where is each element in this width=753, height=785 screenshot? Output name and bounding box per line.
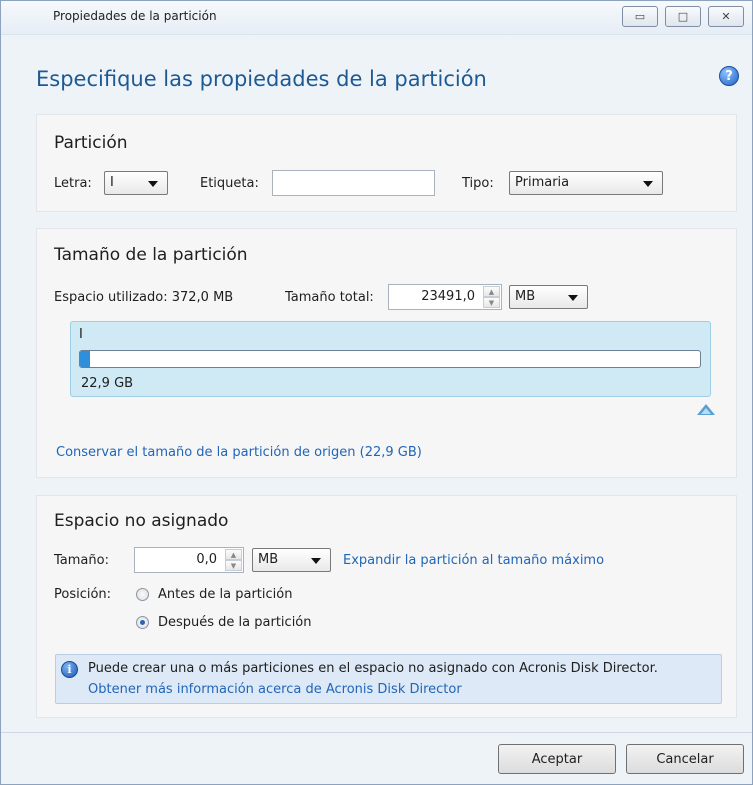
total-size-unit-select[interactable]: MB: [509, 285, 588, 309]
partition-disk-map: I 22,9 GB: [70, 321, 711, 397]
disk-map-letter: I: [79, 327, 83, 342]
type-label: Tipo:: [462, 176, 494, 191]
chevron-down-icon: [568, 295, 578, 301]
label-input[interactable]: [272, 170, 435, 196]
minimize-button[interactable]: ▭: [622, 6, 658, 27]
letter-select[interactable]: I: [104, 171, 168, 195]
size-section: Tamaño de la partición Espacio utilizado…: [36, 228, 737, 478]
info-box: i Puede crear una o más particiones en e…: [55, 654, 722, 704]
type-select-value: Primaria: [515, 175, 570, 190]
chevron-down-icon: [311, 558, 321, 564]
cancel-button[interactable]: Cancelar: [626, 744, 744, 774]
expand-max-link[interactable]: Expandir la partición al tamaño máximo: [343, 553, 604, 568]
partition-bar-fill: [80, 351, 90, 367]
spin-down-icon[interactable]: ▼: [225, 560, 242, 571]
total-size-unit-value: MB: [515, 289, 536, 304]
maximize-icon: □: [677, 10, 689, 23]
title-bar[interactable]: Propiedades de la partición ▭ □ ✕: [1, 1, 752, 35]
unassigned-size-label: Tamaño:: [54, 553, 109, 568]
total-size-input[interactable]: 23491,0 ▲ ▼: [388, 284, 502, 310]
letter-select-value: I: [110, 175, 114, 190]
before-partition-label[interactable]: Antes de la partición: [158, 587, 292, 602]
unassigned-size-input[interactable]: 0,0 ▲ ▼: [134, 547, 244, 573]
dialog-window: Propiedades de la partición ▭ □ ✕ Especi…: [0, 0, 753, 785]
unassigned-unit-select[interactable]: MB: [252, 548, 331, 572]
size-section-title: Tamaño de la partición: [54, 245, 248, 265]
total-size-value: 23491,0: [421, 289, 475, 304]
chevron-down-icon: [643, 181, 653, 187]
used-space-label: Espacio utilizado: 372,0 MB: [54, 290, 234, 305]
help-icon[interactable]: ?: [719, 66, 739, 86]
keep-original-size-link[interactable]: Conservar el tamaño de la partición de o…: [56, 445, 422, 460]
close-button[interactable]: ✕: [708, 6, 744, 27]
window-title: Propiedades de la partición: [53, 9, 217, 23]
spin-up-icon[interactable]: ▲: [483, 286, 500, 297]
page-heading: Especifique las propiedades de la partic…: [36, 67, 487, 91]
label-label: Etiqueta:: [200, 176, 259, 191]
resize-handle-highlight: [701, 408, 711, 414]
after-partition-radio[interactable]: [136, 616, 149, 629]
disk-map-size: 22,9 GB: [81, 376, 134, 391]
letter-label: Letra:: [54, 176, 92, 191]
partition-section: Partición Letra: I Etiqueta: Tipo: Prima…: [36, 114, 737, 212]
minimize-icon: ▭: [634, 10, 646, 23]
total-size-spinner[interactable]: ▲ ▼: [483, 286, 500, 308]
maximize-button[interactable]: □: [665, 6, 701, 27]
chevron-down-icon: [148, 181, 158, 187]
after-partition-label[interactable]: Después de la partición: [158, 615, 312, 630]
close-icon: ✕: [721, 10, 731, 23]
info-icon: i: [61, 661, 78, 678]
unassigned-section: Espacio no asignado Tamaño: 0,0 ▲ ▼ MB E…: [36, 495, 737, 718]
total-size-label: Tamaño total:: [285, 290, 374, 305]
unassigned-size-value: 0,0: [196, 552, 217, 567]
partition-bar[interactable]: [79, 350, 701, 368]
partition-section-title: Partición: [54, 133, 128, 153]
before-partition-radio[interactable]: [136, 588, 149, 601]
info-text: Puede crear una o más particiones en el …: [88, 661, 658, 676]
unassigned-section-title: Espacio no asignado: [54, 511, 229, 531]
unassigned-size-spinner[interactable]: ▲ ▼: [225, 549, 242, 571]
spin-up-icon[interactable]: ▲: [225, 549, 242, 560]
dialog-footer: Aceptar Cancelar: [1, 732, 752, 784]
ok-button[interactable]: Aceptar: [498, 744, 616, 774]
acronis-info-link[interactable]: Obtener más información acerca de Acroni…: [88, 682, 462, 697]
unassigned-unit-value: MB: [258, 552, 279, 567]
spin-down-icon[interactable]: ▼: [483, 297, 500, 308]
position-label: Posición:: [54, 587, 112, 602]
type-select[interactable]: Primaria: [509, 171, 663, 195]
